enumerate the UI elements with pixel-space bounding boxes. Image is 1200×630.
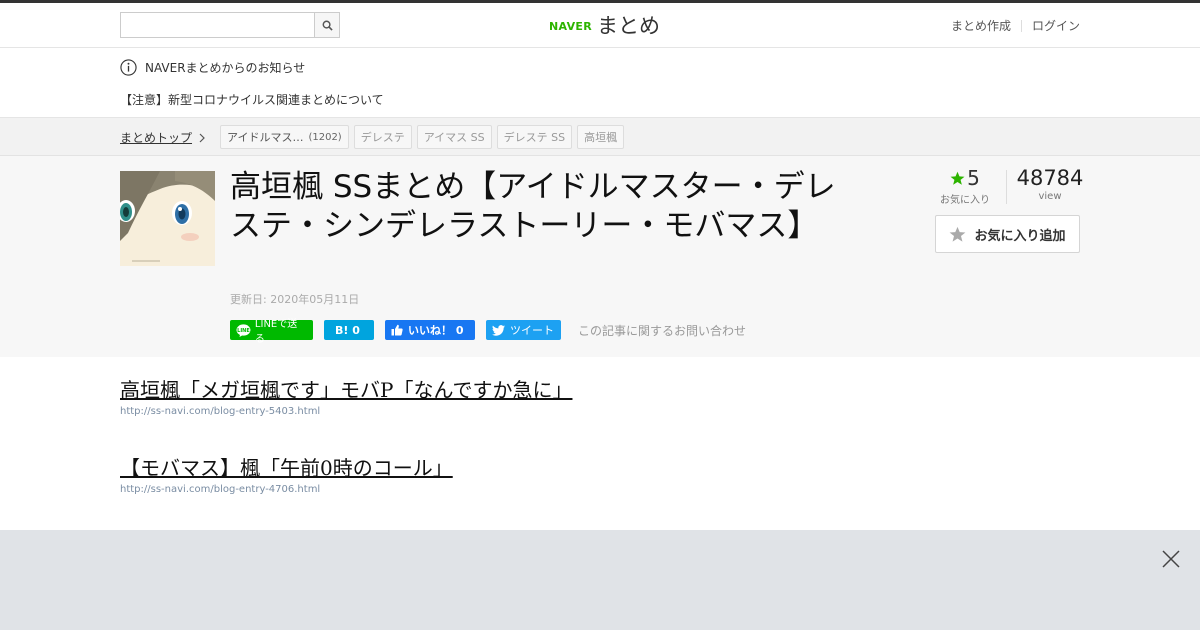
tag-label: 高垣楓 [584, 131, 618, 144]
link-item-title[interactable]: 高垣楓「メガ垣楓です」モバP「なんですか急に」 [120, 376, 572, 404]
tag-item[interactable]: 高垣楓 [577, 125, 625, 149]
article-thumbnail [120, 171, 215, 266]
tag-count: (1202) [308, 131, 342, 143]
tag-item[interactable]: アイドルマス… (1202) [220, 125, 349, 149]
article-contact-link[interactable]: この記事に関するお問い合わせ [578, 322, 746, 339]
line-share-label: LINEで送る [254, 319, 298, 345]
twitter-bird-icon [492, 324, 505, 336]
add-favorite-label: お気に入り追加 [974, 228, 1066, 244]
tag-item[interactable]: デレステ [353, 125, 412, 149]
link-item-title[interactable]: 【モバマス】楓「午前0時のコール」 [120, 454, 453, 482]
info-icon [120, 58, 137, 76]
link-item-url: http://ss-navi.com/blog-entry-5403.html [120, 406, 321, 417]
view-count: 48784 [1016, 166, 1084, 190]
notice-heading-row: NAVERまとめからのお知らせ [120, 58, 1080, 76]
site-header: NAVER まとめ まとめ作成 ログイン [0, 3, 1200, 48]
tag-label: デレステ SS [503, 131, 566, 144]
tweet-label: ツイート [510, 324, 554, 337]
header-divider [1020, 19, 1022, 32]
hatena-bookmark-label: B! 0 [335, 323, 360, 337]
breadcrumb[interactable]: まとめトップ [120, 129, 205, 146]
thumbs-up-icon [391, 324, 403, 336]
stats-divider [1006, 170, 1007, 204]
bottom-ad-area [0, 530, 1200, 630]
notice-link[interactable]: 【注意】新型コロナウイルス関連まとめについて [120, 91, 384, 108]
link-item-url: http://ss-navi.com/blog-entry-4706.html [120, 484, 321, 495]
hatena-bookmark-button[interactable]: B! 0 [324, 320, 374, 340]
line-icon: LINE [236, 323, 251, 337]
tag-item[interactable]: デレステ SS [496, 125, 573, 149]
view-label: view [1038, 191, 1062, 202]
favorite-count-row: 5 [930, 166, 1000, 190]
tag-item[interactable]: アイマス SS [416, 125, 492, 149]
search-button[interactable] [314, 13, 339, 37]
svg-text:LINE: LINE [237, 327, 250, 333]
tag-list: アイドルマス… (1202) デレステ アイマス SS デレステ SS 高垣楓 [220, 125, 625, 149]
star-icon [950, 171, 965, 185]
notice-heading: NAVERまとめからのお知らせ [145, 60, 306, 75]
tag-label: アイドルマス… [227, 131, 304, 144]
tag-bar: まとめトップ アイドルマス… (1202) デレステ アイマス SS デレステ … [0, 118, 1200, 156]
list-item: 【モバマス】楓「午前0時のコール」 http://ss-navi.com/blo… [120, 454, 1080, 532]
favorite-stat: 5 お気に入り [930, 166, 1000, 206]
notice-section: NAVERまとめからのお知らせ 【注意】新型コロナウイルス関連まとめについて [120, 58, 1080, 112]
facebook-like-button[interactable]: いいね！ 0 [385, 320, 475, 340]
tag-label: デレステ [360, 131, 405, 144]
logo-matome: まとめ [596, 14, 660, 38]
breadcrumb-top[interactable]: まとめトップ [120, 129, 192, 146]
views-stat: 48784 view [1014, 166, 1086, 202]
share-buttons: LINE LINEで送る B! 0 いいね！ 0 ツイート この記事に関するお問… [230, 319, 746, 345]
favorite-count: 5 [967, 166, 980, 190]
tag-label: アイマス SS [423, 131, 485, 144]
search-icon [322, 20, 333, 31]
updated-date: 更新日: 2020年05月11日 [230, 293, 360, 306]
search-input[interactable] [121, 13, 315, 37]
tweet-button[interactable]: ツイート [486, 320, 561, 340]
line-share-button[interactable]: LINE LINEで送る [230, 319, 313, 345]
close-icon[interactable] [1161, 549, 1181, 569]
star-icon [950, 226, 966, 242]
link-list: 高垣楓「メガ垣楓です」モバP「なんですか急に」 http://ss-navi.c… [120, 376, 1080, 532]
facebook-like-label: いいね！ 0 [408, 324, 464, 337]
search-box [120, 12, 340, 38]
add-favorite-button[interactable]: お気に入り追加 [935, 215, 1080, 253]
article-title: 高垣楓 SSまとめ【アイドルマスター・デレステ・シンデレラストーリー・モバマス】 [230, 169, 836, 244]
create-matome-link[interactable]: まとめ作成 [951, 17, 1011, 34]
header-links: まとめ作成 ログイン [951, 17, 1080, 34]
favorite-label: お気に入り [940, 195, 990, 206]
list-item: 高垣楓「メガ垣楓です」モバP「なんですか急に」 http://ss-navi.c… [120, 376, 1080, 454]
logo-naver: NAVER [549, 19, 592, 33]
login-link[interactable]: ログイン [1032, 17, 1080, 34]
site-logo[interactable]: NAVER まとめ [549, 12, 660, 38]
article-header: 高垣楓 SSまとめ【アイドルマスター・デレステ・シンデレラストーリー・モバマス】… [0, 156, 1200, 357]
article-stats: 5 お気に入り 48784 view [930, 166, 1083, 206]
chevron-right-icon [199, 133, 205, 142]
